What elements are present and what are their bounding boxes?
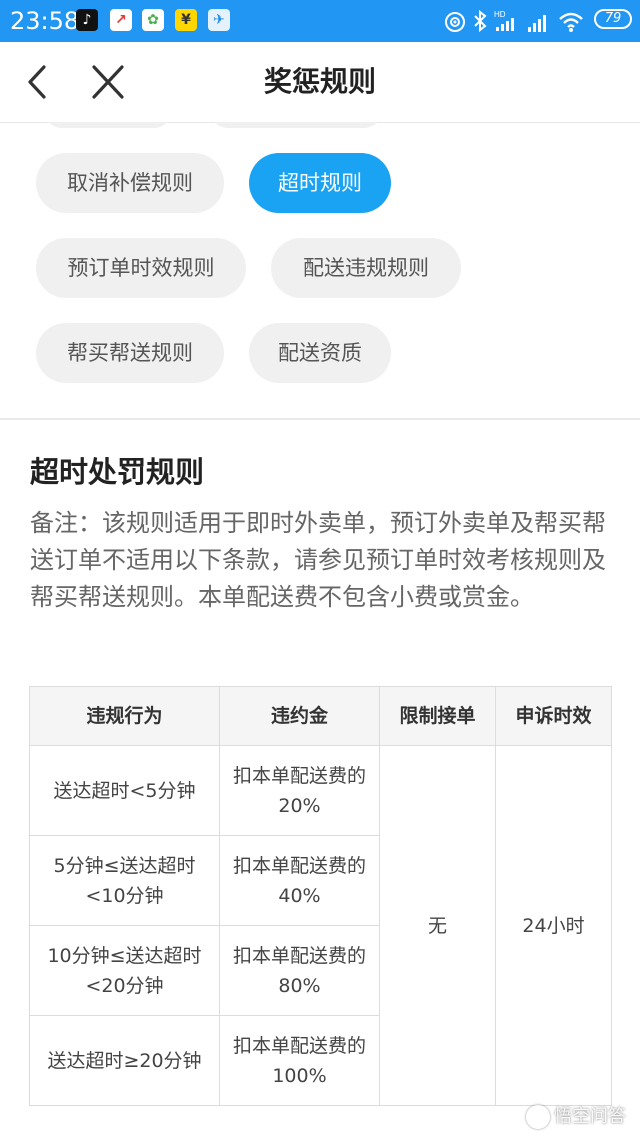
chip-partial-top-right[interactable] <box>210 122 382 128</box>
bluetooth-icon <box>474 9 487 33</box>
chip-preorder-timeliness[interactable]: 预订单时效规则 <box>36 238 246 298</box>
divider <box>0 418 640 420</box>
section-title: 超时处罚规则 <box>30 455 205 489</box>
watermark-text: 悟空问答 <box>554 1106 626 1127</box>
cell-appeal: 24小时 <box>495 745 612 1106</box>
cell-penalty: 扣本单配送费的20% <box>219 745 380 836</box>
photos-icon: ✿ <box>142 9 164 31</box>
watermark: 悟空问答 <box>526 1102 626 1132</box>
yuan-app-icon: ¥ <box>175 9 197 31</box>
status-bar: 23:58 ♪ ↗ ✿ ¥ ✈ HD 79 <box>0 0 640 42</box>
chip-delivery-qualification[interactable]: 配送资质 <box>249 323 391 383</box>
cell-penalty: 扣本单配送费的40% <box>219 835 380 926</box>
signal-icon <box>528 15 546 32</box>
header-restrict: 限制接单 <box>379 686 496 746</box>
cell-penalty: 扣本单配送费的80% <box>219 925 380 1016</box>
rule-category-chips: 取消补偿规则 超时规则 预订单时效规则 配送违规规则 帮买帮送规则 配送资质 <box>0 122 640 418</box>
section-note: 备注：该规则适用于即时外卖单，预订外卖单及帮买帮送订单不适用以下条款，请参见预订… <box>30 509 606 611</box>
page-title: 奖惩规则 <box>263 65 376 98</box>
battery-icon: 79 <box>594 9 632 29</box>
chip-partial-top-left[interactable] <box>44 122 172 128</box>
chip-cancel-compensation[interactable]: 取消补偿规则 <box>36 153 224 213</box>
map-app-icon: ✈ <box>208 9 230 31</box>
wifi-icon <box>559 12 583 32</box>
nav-bar: 奖惩规则 <box>0 42 640 123</box>
watermark-logo-icon <box>526 1105 550 1129</box>
header-penalty: 违约金 <box>219 686 380 746</box>
header-appeal: 申诉时效 <box>495 686 612 746</box>
svg-text:HD: HD <box>494 10 506 19</box>
stocks-icon: ↗ <box>110 9 132 31</box>
cell-violation: 5分钟≤送达超时<10分钟 <box>29 835 220 926</box>
header-violation: 违规行为 <box>29 686 220 746</box>
hd-signal-icon: HD <box>494 10 514 31</box>
chip-timeout-rules[interactable]: 超时规则 <box>249 153 391 213</box>
status-time: 23:58 <box>10 7 80 35</box>
chip-delivery-violation[interactable]: 配送违规规则 <box>271 238 461 298</box>
cell-violation: 送达超时<5分钟 <box>29 745 220 836</box>
tiktok-icon: ♪ <box>76 9 98 31</box>
penalty-table: 违规行为 违约金 限制接单 申诉时效 送达超时<5分钟 扣本单配送费的20% 无… <box>29 686 612 1106</box>
table-header-row: 违规行为 违约金 限制接单 申诉时效 <box>29 686 612 746</box>
cell-violation: 10分钟≤送达超时<20分钟 <box>29 925 220 1016</box>
cell-restrict: 无 <box>379 745 496 1106</box>
hotspot-icon <box>445 12 465 32</box>
cell-violation: 送达超时≥20分钟 <box>29 1015 220 1106</box>
table-row: 送达超时<5分钟 扣本单配送费的20% 无 24小时 <box>29 745 612 1106</box>
chip-buy-deliver[interactable]: 帮买帮送规则 <box>36 323 224 383</box>
cell-penalty: 扣本单配送费的100% <box>219 1015 380 1106</box>
